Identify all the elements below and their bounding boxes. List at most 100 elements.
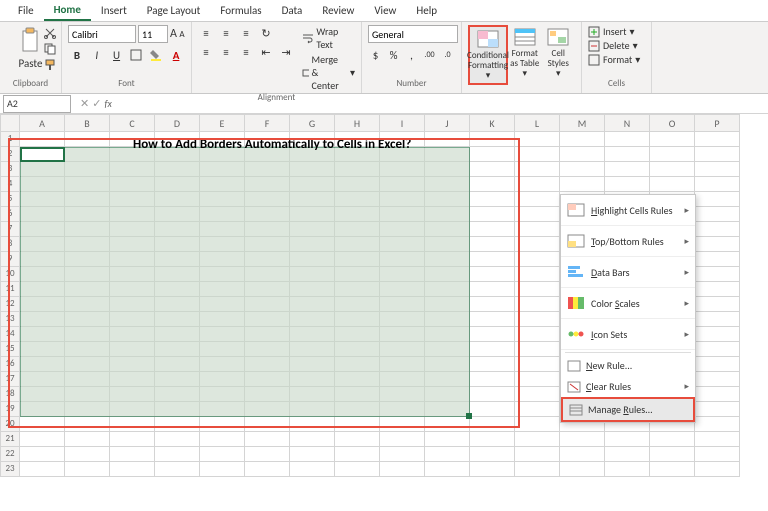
cell[interactable] xyxy=(605,147,650,162)
cell[interactable] xyxy=(560,177,605,192)
cell[interactable] xyxy=(470,447,515,462)
cf-new-rule[interactable]: New Rule... xyxy=(561,355,695,376)
cell[interactable] xyxy=(290,447,335,462)
cell[interactable] xyxy=(335,462,380,477)
cf-manage-rules[interactable]: Manage Rules... xyxy=(561,397,695,422)
fill-color-button[interactable] xyxy=(147,46,165,64)
cell[interactable] xyxy=(515,447,560,462)
row-header[interactable]: 14 xyxy=(0,327,20,342)
cell[interactable] xyxy=(695,357,740,372)
cell[interactable] xyxy=(335,417,380,432)
cell[interactable] xyxy=(470,297,515,312)
cell[interactable] xyxy=(515,372,560,387)
cell[interactable] xyxy=(695,342,740,357)
decrease-decimal-icon[interactable]: .0 xyxy=(440,46,455,64)
cell[interactable] xyxy=(695,207,740,222)
copy-icon[interactable] xyxy=(43,42,57,56)
cell[interactable] xyxy=(650,432,695,447)
cell[interactable] xyxy=(515,387,560,402)
italic-button[interactable]: I xyxy=(88,46,106,64)
cell[interactable] xyxy=(335,432,380,447)
cf-data-bars[interactable]: Data Bars▸ xyxy=(561,257,695,288)
cell[interactable] xyxy=(695,417,740,432)
cell[interactable] xyxy=(650,177,695,192)
cf-color-scales[interactable]: Color Scales▸ xyxy=(561,288,695,319)
column-header[interactable]: I xyxy=(380,114,425,132)
spreadsheet-grid[interactable]: ABCDEFGHIJKLMNOP 12345678910111213141516… xyxy=(0,114,768,494)
row-header[interactable]: 5 xyxy=(0,192,20,207)
cell[interactable] xyxy=(470,282,515,297)
cell[interactable] xyxy=(470,417,515,432)
increase-font-icon[interactable]: A xyxy=(170,25,177,43)
cell[interactable] xyxy=(110,462,155,477)
cell[interactable] xyxy=(65,462,110,477)
cell[interactable] xyxy=(470,462,515,477)
tab-home[interactable]: Home xyxy=(44,0,91,21)
merge-center-button[interactable]: Merge & Center ▾ xyxy=(302,53,355,92)
row-header[interactable]: 11 xyxy=(0,282,20,297)
cell[interactable] xyxy=(650,462,695,477)
cell[interactable] xyxy=(695,462,740,477)
cell[interactable] xyxy=(470,402,515,417)
column-header[interactable]: E xyxy=(200,114,245,132)
cell[interactable] xyxy=(695,132,740,147)
cell[interactable] xyxy=(695,192,740,207)
cell[interactable] xyxy=(20,462,65,477)
delete-cells-button[interactable]: Delete ▾ xyxy=(588,39,645,52)
cell[interactable] xyxy=(560,462,605,477)
cell[interactable] xyxy=(155,432,200,447)
cell[interactable] xyxy=(560,447,605,462)
cell[interactable] xyxy=(515,237,560,252)
row-header[interactable]: 2 xyxy=(0,147,20,162)
column-header[interactable]: C xyxy=(110,114,155,132)
cell[interactable] xyxy=(20,432,65,447)
cell[interactable] xyxy=(470,312,515,327)
cell[interactable] xyxy=(200,417,245,432)
column-header[interactable]: M xyxy=(560,114,605,132)
cell[interactable] xyxy=(515,222,560,237)
cell[interactable] xyxy=(605,462,650,477)
cell[interactable] xyxy=(515,312,560,327)
cell[interactable] xyxy=(695,252,740,267)
cell[interactable] xyxy=(65,132,110,147)
cell[interactable] xyxy=(470,177,515,192)
cell[interactable] xyxy=(695,147,740,162)
cell[interactable] xyxy=(695,177,740,192)
insert-cells-button[interactable]: Insert ▾ xyxy=(588,25,645,38)
select-all-corner[interactable] xyxy=(0,114,20,132)
conditional-formatting-button[interactable]: Conditional Formatting ▾ xyxy=(468,25,508,85)
font-name-input[interactable] xyxy=(68,25,136,43)
cell[interactable] xyxy=(515,267,560,282)
cell[interactable] xyxy=(695,402,740,417)
format-painter-icon[interactable] xyxy=(43,58,57,72)
row-header[interactable]: 17 xyxy=(0,372,20,387)
cancel-formula-icon[interactable]: ✕ xyxy=(80,97,89,110)
cell[interactable] xyxy=(695,372,740,387)
cell[interactable] xyxy=(20,417,65,432)
cell[interactable] xyxy=(425,462,470,477)
enter-formula-icon[interactable]: ✓ xyxy=(92,97,101,110)
cell[interactable] xyxy=(425,132,470,147)
cell[interactable] xyxy=(425,432,470,447)
cell[interactable] xyxy=(695,267,740,282)
tab-data[interactable]: Data xyxy=(272,1,313,20)
align-left-icon[interactable]: ≡ xyxy=(198,44,214,60)
font-color-button[interactable]: A xyxy=(167,46,185,64)
cell[interactable] xyxy=(20,132,65,147)
cell[interactable] xyxy=(470,222,515,237)
cell[interactable] xyxy=(290,462,335,477)
cell[interactable] xyxy=(470,132,515,147)
comma-button[interactable]: , xyxy=(404,46,419,64)
row-header[interactable]: 16 xyxy=(0,357,20,372)
column-header[interactable]: F xyxy=(245,114,290,132)
cell[interactable] xyxy=(200,447,245,462)
column-header[interactable]: O xyxy=(650,114,695,132)
cell[interactable] xyxy=(605,177,650,192)
cell[interactable] xyxy=(335,447,380,462)
cell[interactable] xyxy=(650,132,695,147)
tab-page-layout[interactable]: Page Layout xyxy=(137,1,211,20)
tab-view[interactable]: View xyxy=(364,1,406,20)
align-top-icon[interactable]: ≡ xyxy=(198,25,214,41)
cell[interactable] xyxy=(695,162,740,177)
cell[interactable] xyxy=(695,432,740,447)
